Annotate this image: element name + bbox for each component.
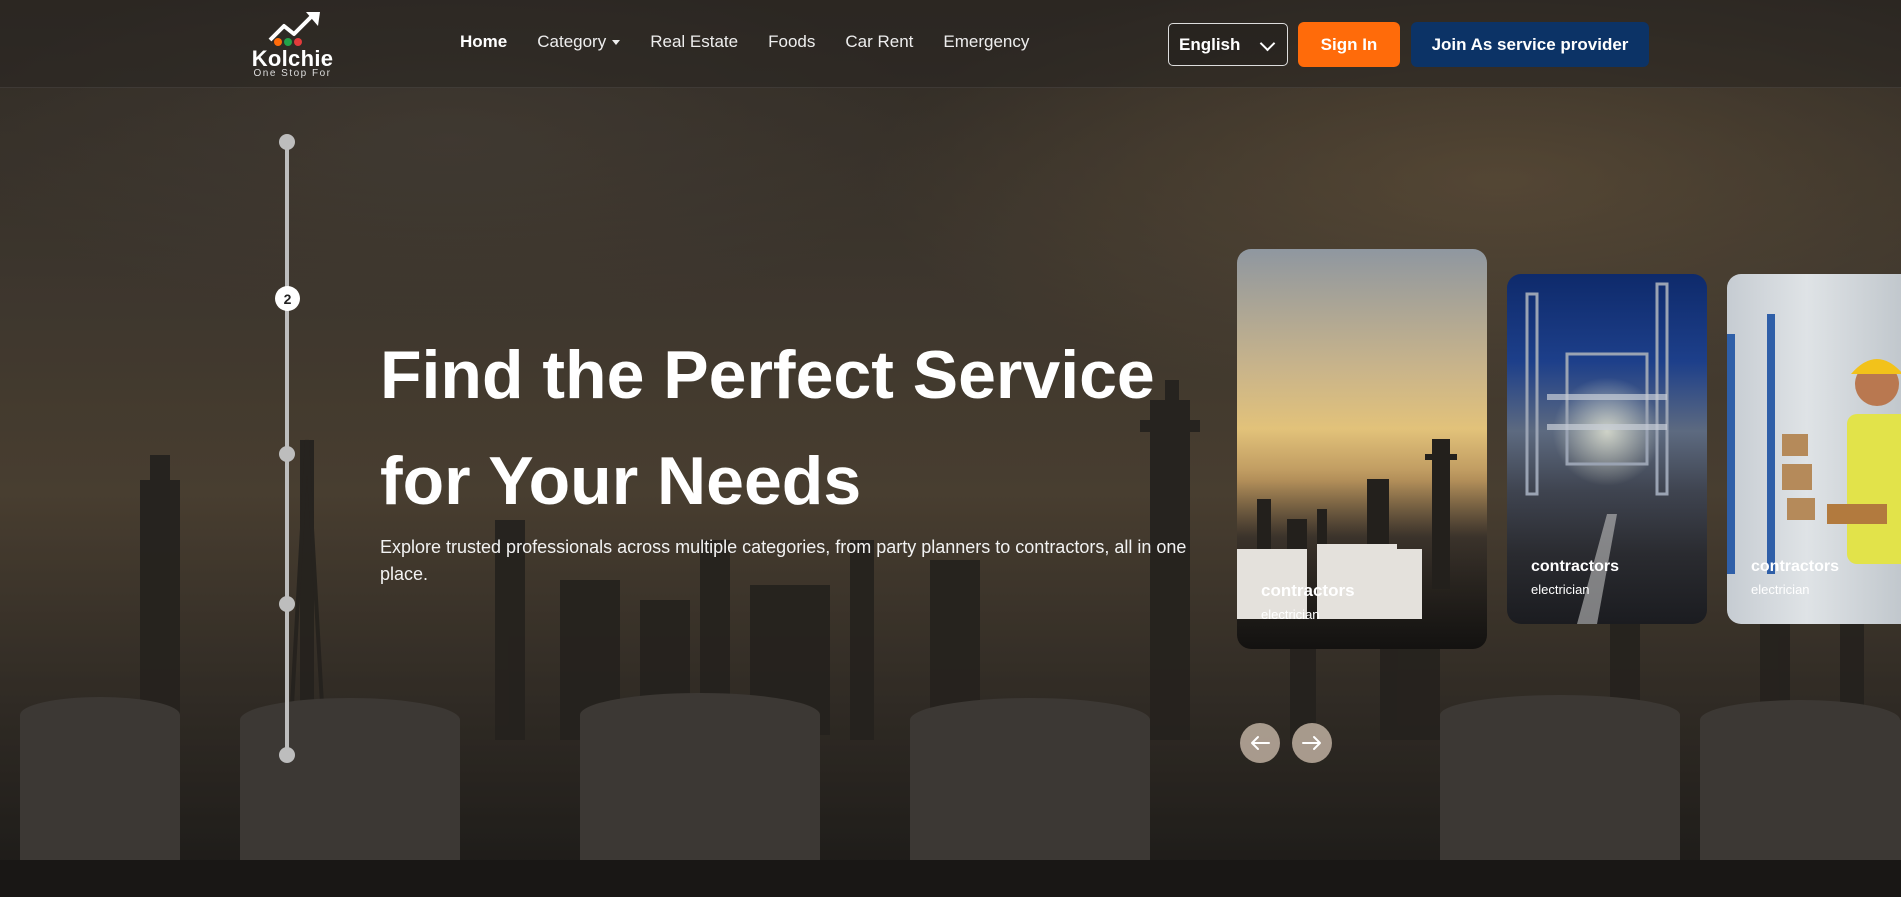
slider-dot[interactable] — [279, 134, 295, 150]
hero-description: Explore trusted professionals across mul… — [380, 537, 1187, 584]
hero-title-line-2: for Your Needs — [380, 443, 862, 519]
slider-dot[interactable] — [279, 446, 295, 462]
arrow-left-icon — [1251, 736, 1270, 750]
main-nav: Home Category Real Estate Foods Car Rent… — [460, 32, 1029, 52]
nav-item-category[interactable]: Category — [537, 32, 621, 52]
card-subtitle: electrician — [1751, 582, 1810, 597]
service-card[interactable]: contractors electrician — [1237, 249, 1487, 649]
slider-dot[interactable] — [279, 596, 295, 612]
slider-dot[interactable] — [279, 747, 295, 763]
language-select[interactable]: English — [1168, 23, 1288, 66]
arrow-right-icon — [1302, 736, 1321, 750]
card-title: contractors — [1531, 558, 1620, 575]
logo-mark-icon — [268, 12, 320, 46]
card-title: contractors — [1751, 558, 1840, 575]
service-card[interactable]: contractors electrician — [1727, 274, 1901, 624]
card-subtitle: electrician — [1261, 607, 1320, 622]
hero-title: Find the Perfect Service for Your Needs — [380, 322, 1180, 534]
hero-title-line-1: Find the Perfect Service — [380, 337, 1155, 413]
nav-item-emergency[interactable]: Emergency — [943, 32, 1029, 52]
service-card[interactable]: contractors electrician — [1507, 274, 1707, 624]
carousel-prev-button[interactable] — [1240, 723, 1280, 763]
nav-item-car-rent[interactable]: Car Rent — [845, 32, 913, 52]
nav-item-real-estate[interactable]: Real Estate — [650, 32, 738, 52]
brand-tagline: One Stop For — [253, 68, 332, 79]
slider-active-dot[interactable]: 2 — [275, 286, 300, 311]
language-value: English — [1179, 34, 1241, 54]
site-header: Kolchie One Stop For Home Category Real … — [0, 0, 1901, 88]
card-title: contractors — [1261, 581, 1355, 600]
card-subtitle: electrician — [1531, 582, 1590, 597]
chevron-down-icon — [1259, 35, 1276, 52]
caret-down-icon — [612, 40, 621, 46]
nav-item-home[interactable]: Home — [460, 32, 507, 52]
sign-in-button[interactable]: Sign In — [1298, 22, 1400, 67]
nav-item-category-label: Category — [537, 32, 607, 51]
nav-item-foods[interactable]: Foods — [768, 32, 815, 52]
carousel-next-button[interactable] — [1292, 723, 1332, 763]
brand-logo[interactable]: Kolchie One Stop For — [250, 10, 340, 80]
join-provider-button[interactable]: Join As service provider — [1411, 22, 1649, 67]
